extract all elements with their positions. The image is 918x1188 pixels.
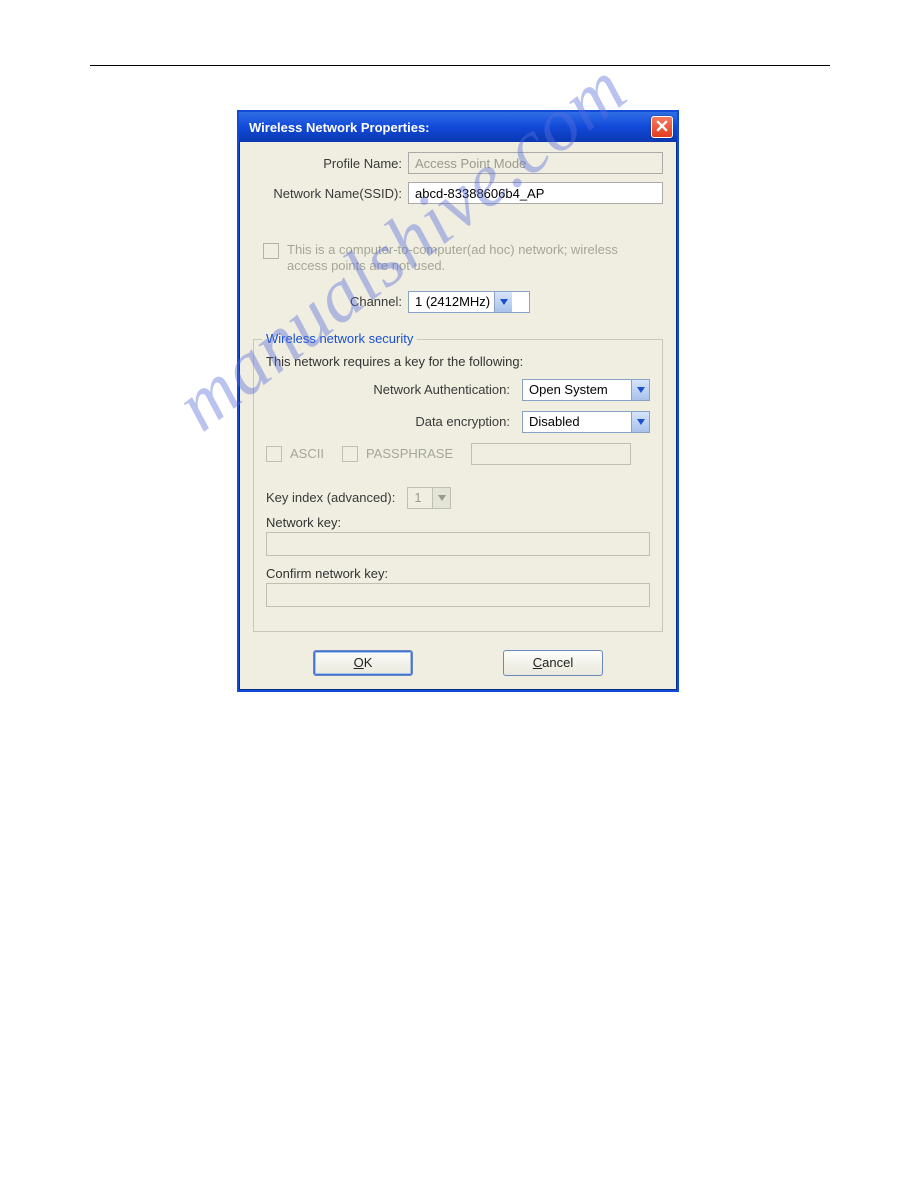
encryption-value: Disabled — [529, 414, 627, 429]
key-index-row: Key index (advanced): 1 — [266, 487, 650, 509]
ascii-checkbox — [266, 446, 282, 462]
chevron-down-icon — [494, 292, 512, 312]
channel-value: 1 (2412MHz) — [415, 294, 490, 309]
security-desc: This network requires a key for the foll… — [266, 354, 650, 369]
profile-label: Profile Name: — [253, 156, 408, 171]
page-divider — [90, 65, 830, 66]
cancel-button[interactable]: Cancel — [503, 650, 603, 676]
passphrase-field — [471, 443, 631, 465]
adhoc-row: This is a computer-to-computer(ad hoc) n… — [263, 242, 663, 275]
key-index-value: 1 — [414, 490, 428, 505]
profile-row: Profile Name: — [253, 152, 663, 174]
ascii-option: ASCII — [266, 445, 324, 462]
ok-button[interactable]: OK — [313, 650, 413, 676]
ssid-field[interactable] — [408, 182, 663, 204]
security-legend: Wireless network security — [262, 331, 417, 346]
encryption-label: Data encryption: — [415, 414, 516, 429]
passphrase-label: PASSPHRASE — [366, 446, 453, 461]
dialog-title: Wireless Network Properties: — [249, 120, 430, 135]
auth-select[interactable]: Open System — [522, 379, 650, 401]
adhoc-checkbox — [263, 243, 279, 259]
key-index-label: Key index (advanced): — [266, 490, 401, 505]
button-row: OK Cancel — [253, 650, 663, 676]
channel-row: Channel: 1 (2412MHz) — [253, 291, 663, 313]
passphrase-checkbox — [342, 446, 358, 462]
profile-name-field — [408, 152, 663, 174]
security-fieldset: Wireless network security This network r… — [253, 339, 663, 632]
titlebar: Wireless Network Properties: — [239, 112, 677, 142]
encryption-row: Data encryption: Disabled — [266, 411, 650, 433]
network-key-field — [266, 532, 650, 556]
chevron-down-icon — [432, 488, 450, 508]
dialog-body: Profile Name: Network Name(SSID): This i… — [239, 142, 677, 690]
chevron-down-icon — [631, 412, 649, 432]
passphrase-option: PASSPHRASE — [342, 445, 453, 462]
cancel-label: Cancel — [533, 655, 573, 670]
channel-label: Channel: — [253, 294, 408, 309]
network-key-label: Network key: — [266, 515, 650, 530]
confirm-key-label: Confirm network key: — [266, 566, 650, 581]
auth-label: Network Authentication: — [373, 382, 516, 397]
ssid-row: Network Name(SSID): — [253, 182, 663, 204]
close-icon — [656, 120, 668, 135]
ok-label: OK — [354, 655, 373, 670]
ascii-label: ASCII — [290, 446, 324, 461]
auth-row: Network Authentication: Open System — [266, 379, 650, 401]
channel-select[interactable]: 1 (2412MHz) — [408, 291, 530, 313]
wireless-properties-dialog: Wireless Network Properties: Profile Nam… — [237, 110, 679, 692]
chevron-down-icon — [631, 380, 649, 400]
key-index-select: 1 — [407, 487, 451, 509]
confirm-key-field — [266, 583, 650, 607]
ssid-label: Network Name(SSID): — [253, 186, 408, 201]
close-button[interactable] — [651, 116, 673, 138]
adhoc-text: This is a computer-to-computer(ad hoc) n… — [287, 242, 647, 275]
auth-value: Open System — [529, 382, 627, 397]
encoding-options: ASCII PASSPHRASE — [266, 443, 650, 465]
encryption-select[interactable]: Disabled — [522, 411, 650, 433]
